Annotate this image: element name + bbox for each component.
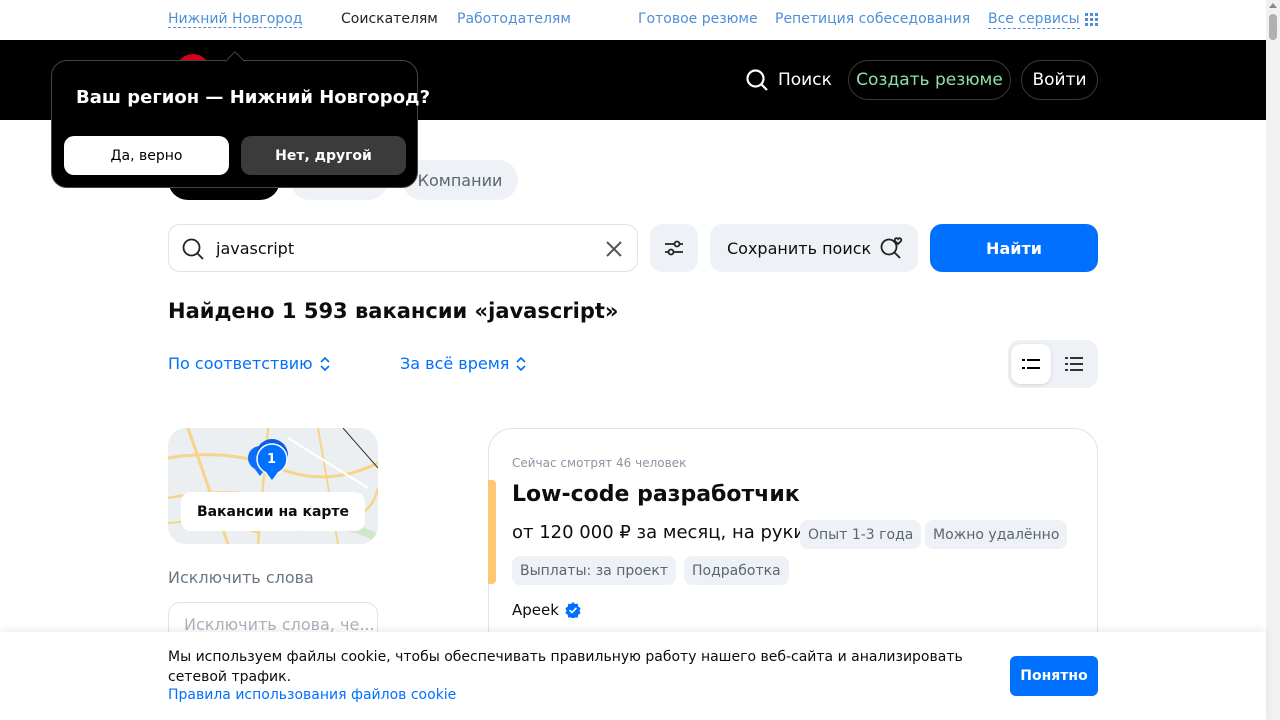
save-search-label: Сохранить поиск bbox=[727, 238, 872, 258]
cookie-banner: Мы используем файлы cookie, чтобы обеспе… bbox=[0, 632, 1266, 720]
region-no-button[interactable]: Нет, другой bbox=[241, 136, 406, 175]
clear-icon[interactable] bbox=[603, 238, 625, 260]
list-detailed-icon bbox=[1065, 357, 1083, 371]
find-button[interactable]: Найти bbox=[930, 224, 1098, 272]
scroll-thumb[interactable] bbox=[1269, 14, 1277, 40]
map-vacancy-count: 1 bbox=[267, 452, 277, 467]
tab-companies[interactable]: Компании bbox=[402, 160, 518, 200]
search-icon bbox=[746, 69, 768, 91]
header-search-button[interactable]: Поиск bbox=[745, 68, 832, 92]
nav-interview-rehearsal[interactable]: Репетиция собеседования bbox=[775, 11, 970, 27]
vacancy-salary: от 120 000 ₽ за месяц, на руки bbox=[512, 522, 806, 543]
exclude-words-label: Исключить слова bbox=[168, 568, 314, 587]
sort-period-dropdown[interactable]: За всё время bbox=[400, 354, 527, 373]
filters-button[interactable] bbox=[650, 224, 698, 272]
save-search-button[interactable]: Сохранить поиск bbox=[710, 224, 918, 272]
nav-all-services[interactable]: Все сервисы bbox=[988, 11, 1080, 29]
vacancy-title-link[interactable]: Low-code разработчик bbox=[512, 482, 800, 507]
search-heart-icon bbox=[880, 237, 903, 259]
search-input[interactable] bbox=[216, 235, 576, 261]
create-resume-button[interactable]: Создать резюме bbox=[848, 60, 1011, 100]
filter-sliders-icon bbox=[665, 240, 683, 256]
vacancy-company[interactable]: Apeek bbox=[512, 601, 581, 619]
header-search-label: Поиск bbox=[778, 70, 832, 90]
vacancy-viewers-count: Сейчас смотрят 46 человек bbox=[512, 456, 687, 470]
vacancy-search-field bbox=[168, 224, 638, 272]
company-name[interactable]: Apeek bbox=[512, 601, 559, 619]
search-icon bbox=[182, 238, 204, 260]
map-vacancies-button[interactable]: Вакансии на карте bbox=[181, 492, 365, 531]
vacancy-highlight-stripe bbox=[488, 480, 496, 584]
top-utility-bar: Нижний Новгород Соискателям Работодателя… bbox=[0, 0, 1280, 40]
nav-ready-resume[interactable]: Готовое резюме bbox=[638, 11, 758, 27]
page-scrollbar[interactable] bbox=[1266, 0, 1280, 720]
list-icon bbox=[1022, 359, 1040, 369]
sort-relevance-dropdown[interactable]: По соответствию bbox=[168, 354, 331, 373]
region-yes-button[interactable]: Да, верно bbox=[64, 136, 229, 175]
chevron-up-down-icon bbox=[516, 356, 527, 371]
sort-period-label: За всё время bbox=[400, 354, 510, 373]
remote-badge: Можно удалённо bbox=[925, 520, 1068, 549]
results-count-heading: Найдено 1 593 вакансии «javascript» bbox=[168, 299, 619, 323]
vacancies-map-card[interactable]: 1 Вакансии на карте bbox=[168, 428, 378, 544]
region-confirm-popup: Ваш регион — Нижний Новгород? Да, верно … bbox=[51, 51, 430, 188]
experience-badge: Опыт 1-3 года bbox=[800, 520, 922, 549]
apps-grid-icon[interactable] bbox=[1085, 13, 1098, 26]
cookie-policy-link[interactable]: Правила использования файлов cookie bbox=[168, 687, 456, 703]
cookie-accept-button[interactable]: Понятно bbox=[1010, 656, 1098, 696]
parttime-badge: Подработка bbox=[684, 556, 789, 585]
scroll-up-arrow-icon[interactable] bbox=[1269, 3, 1277, 8]
cookie-text: Мы используем файлы cookie, чтобы обеспе… bbox=[168, 649, 963, 685]
region-link[interactable]: Нижний Новгород bbox=[168, 11, 303, 28]
nav-employers[interactable]: Работодателям bbox=[457, 11, 571, 27]
view-list-detailed-button[interactable] bbox=[1054, 344, 1094, 384]
view-list-compact-button[interactable] bbox=[1011, 344, 1051, 384]
payment-badge: Выплаты: за проект bbox=[512, 556, 677, 585]
login-button[interactable]: Войти bbox=[1021, 60, 1098, 100]
popup-title: Ваш регион — Нижний Новгород? bbox=[76, 87, 431, 108]
nav-seekers[interactable]: Соискателям bbox=[341, 11, 438, 27]
sort-relevance-label: По соответствию bbox=[168, 354, 313, 373]
chevron-up-down-icon bbox=[320, 356, 330, 371]
verified-badge-icon bbox=[565, 602, 581, 618]
view-mode-toggle bbox=[1008, 340, 1098, 388]
